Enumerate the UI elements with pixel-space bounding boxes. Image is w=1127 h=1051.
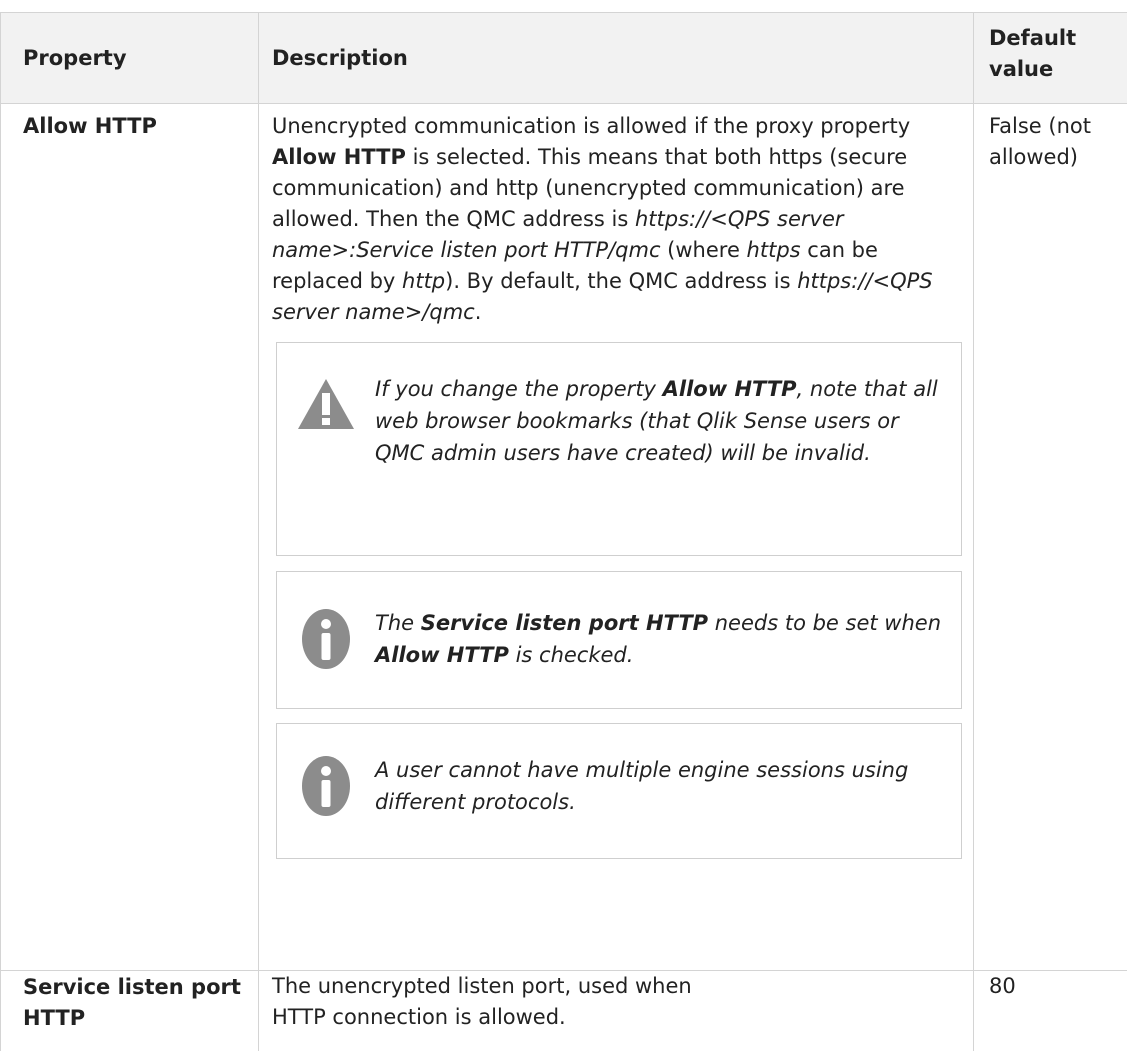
info-note: The Service listen port HTTP needs to be… <box>276 571 962 709</box>
info-note-text: A user cannot have multiple engine sessi… <box>375 758 909 814</box>
text-span: . <box>474 300 482 324</box>
bold-span: Service listen port HTTP <box>420 611 709 635</box>
description-line: The unencrypted listen port, used when <box>272 974 692 998</box>
info-note-text: The Service listen port HTTP needs to be… <box>375 607 961 671</box>
warning-note-text: If you change the property Allow HTTP, n… <box>375 373 961 469</box>
description-cell: Unencrypted communication is allowed if … <box>258 104 973 970</box>
properties-table: Property Description Default value Allow… <box>0 12 1127 1051</box>
description-line: HTTP connection is allowed. <box>272 1005 566 1029</box>
warning-icon <box>277 373 375 431</box>
italic-span: https <box>746 238 801 262</box>
info-icon <box>277 607 375 670</box>
info-note: A user cannot have multiple engine sessi… <box>276 723 962 859</box>
default-value: False (not allowed) <box>973 104 1127 970</box>
text-span: Unencrypted communication is allowed if … <box>272 114 911 138</box>
warning-note: If you change the property Allow HTTP, n… <box>276 342 962 556</box>
info-icon <box>277 754 375 817</box>
text-span: If you change the property <box>375 377 663 401</box>
table-header-row: Property Description Default value <box>0 13 1127 104</box>
description-text: Unencrypted communication is allowed if … <box>272 111 961 328</box>
bold-span: Allow HTTP <box>662 377 797 401</box>
text-span: ). By default, the QMC address is <box>445 269 798 293</box>
table-row: Allow HTTP Unencrypted communication is … <box>0 104 1127 971</box>
property-name: Allow HTTP <box>0 104 258 970</box>
bold-span: Allow HTTP <box>272 145 406 169</box>
header-property: Property <box>0 13 258 103</box>
header-description: Description <box>258 13 973 103</box>
text-span: is checked. <box>508 643 634 667</box>
description-cell: The unencrypted listen port, used when H… <box>258 971 973 1051</box>
text-span: The <box>375 611 421 635</box>
italic-span: http <box>402 269 446 293</box>
bold-span: Allow HTTP <box>375 643 509 667</box>
table-row: Service listen port HTTP The unencrypted… <box>0 971 1127 1051</box>
default-value: 80 <box>973 971 1127 1051</box>
text-span: needs to be set when <box>708 611 942 635</box>
header-default-value: Default value <box>973 13 1127 103</box>
text-span: (where <box>660 238 747 262</box>
property-name: Service listen port HTTP <box>0 971 258 1051</box>
